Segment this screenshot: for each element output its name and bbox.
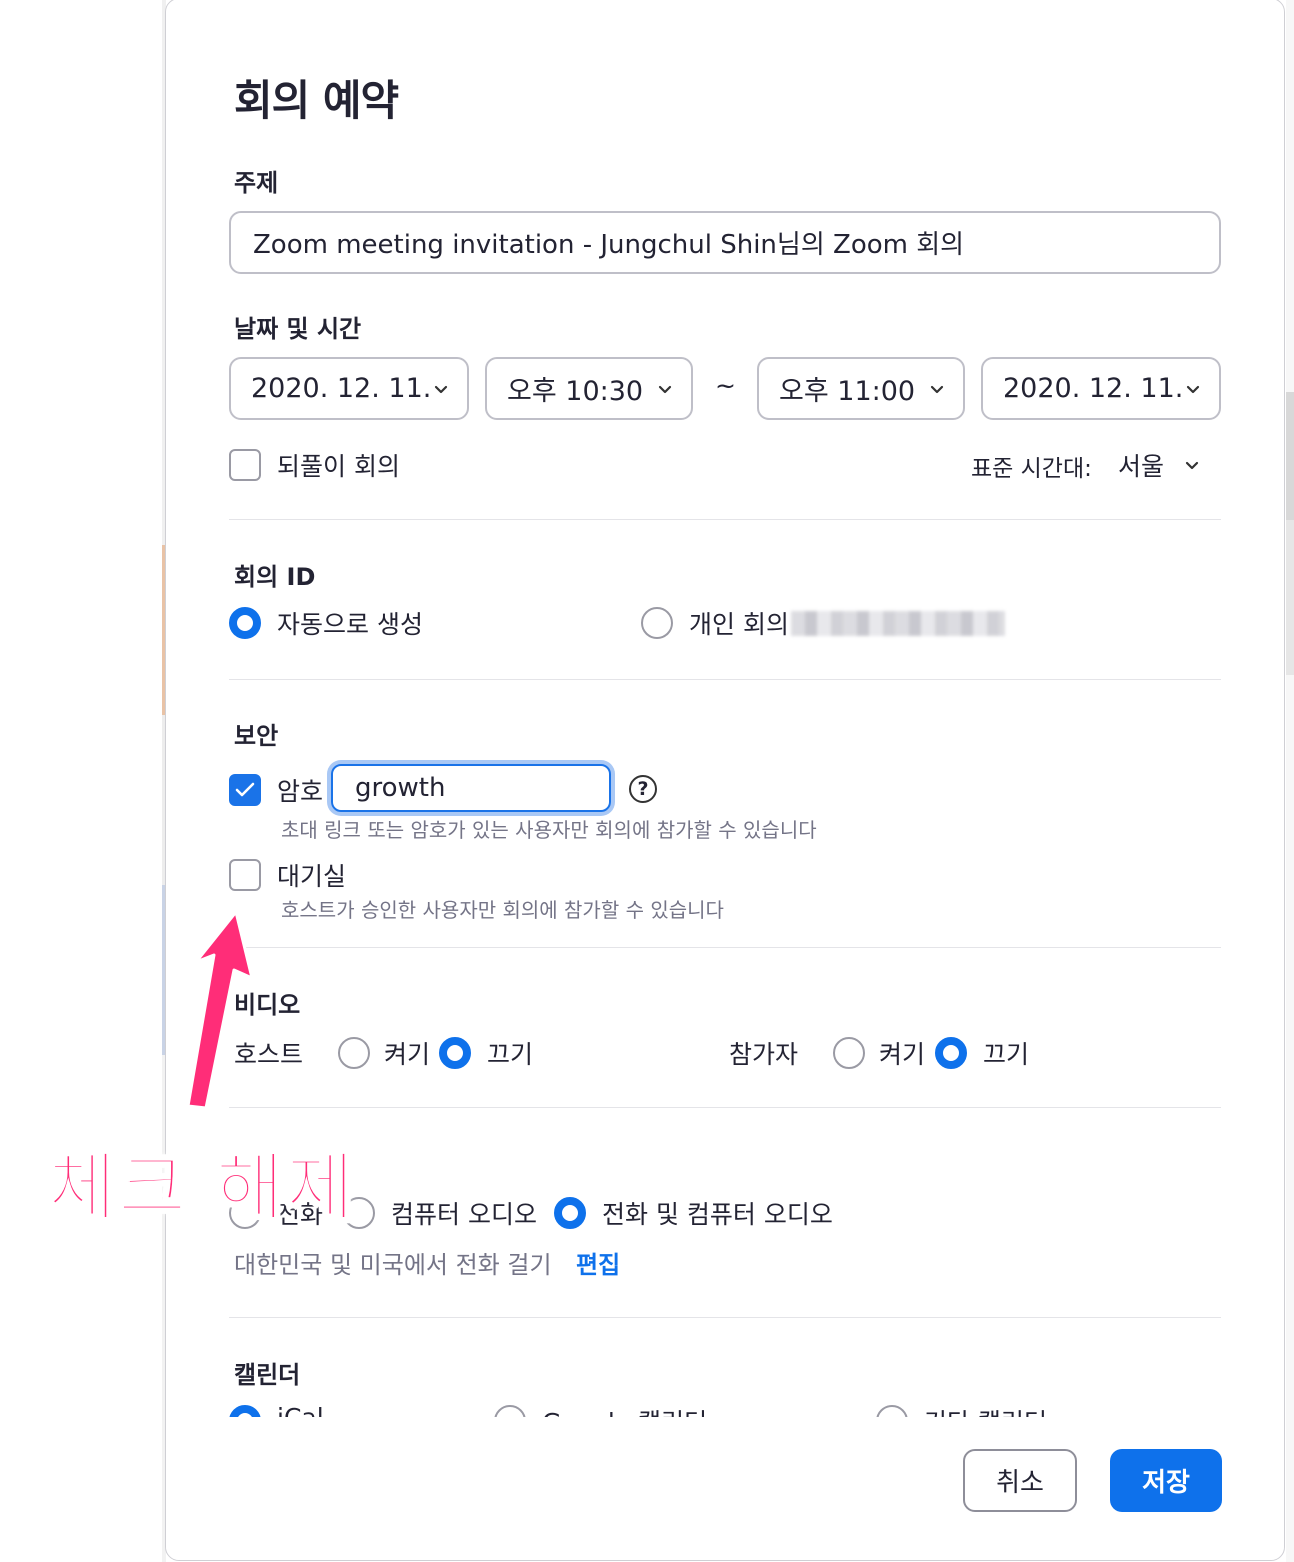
annotation-text: 체크 해제 [47,1144,357,1232]
annotation-arrow [186,910,254,1110]
